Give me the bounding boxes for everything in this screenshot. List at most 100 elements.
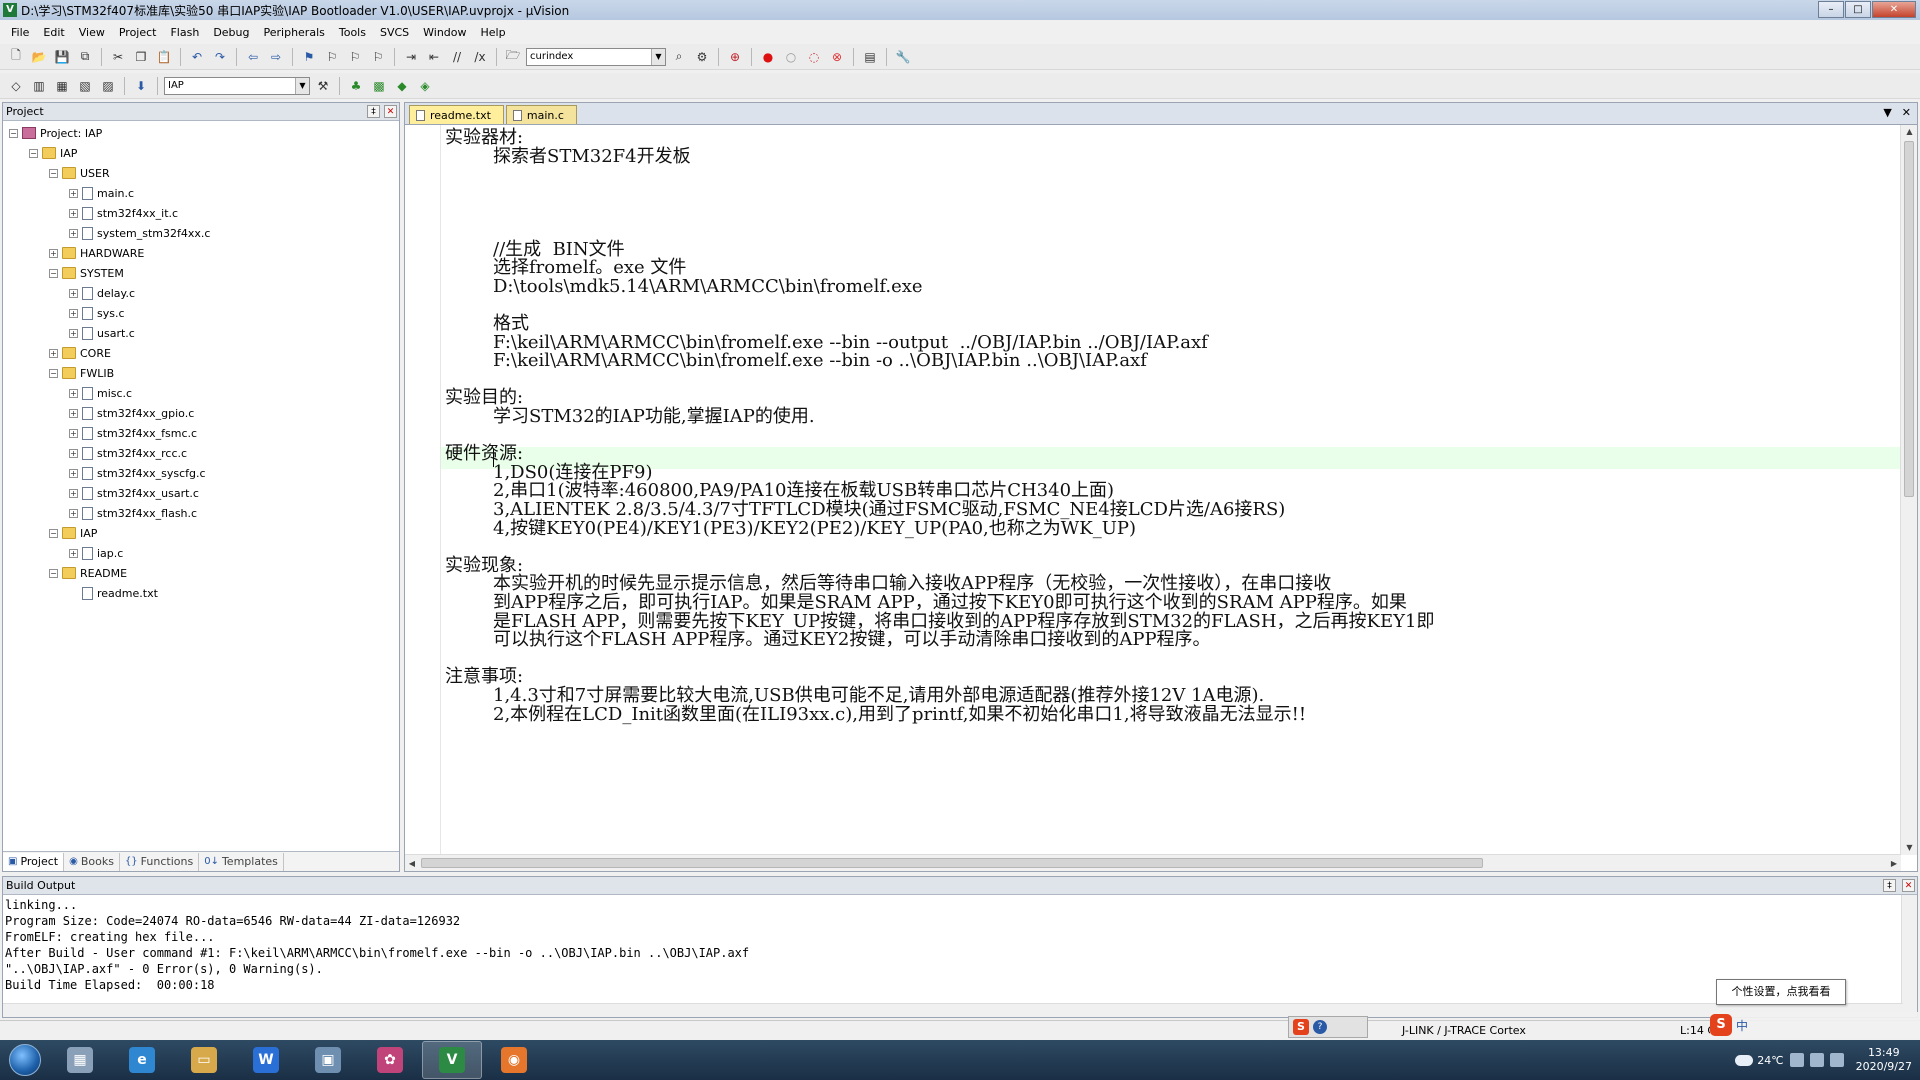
window-layout-button[interactable]: ▤: [860, 47, 880, 67]
menu-tools[interactable]: Tools: [332, 26, 373, 39]
copy-button[interactable]: ❐: [131, 47, 151, 67]
scroll-thumb[interactable]: [1904, 141, 1914, 497]
menu-edit[interactable]: Edit: [36, 26, 71, 39]
configure-button[interactable]: 🔧: [893, 47, 913, 67]
collapse-icon[interactable]: −: [49, 369, 58, 378]
download-button[interactable]: ⬇: [131, 76, 151, 96]
tree-item-system[interactable]: −SYSTEM: [49, 265, 124, 281]
start-button[interactable]: [0, 1040, 50, 1080]
tree-item-stm32f4xx-flash-c[interactable]: +stm32f4xx_flash.c: [69, 505, 197, 521]
manage-run-time-button[interactable]: ◆: [392, 76, 412, 96]
tree-item-system-stm32f4xx-c[interactable]: +system_stm32f4xx.c: [69, 225, 210, 241]
ime-toolbar[interactable]: S ?: [1288, 1016, 1368, 1038]
editor-horizontal-scrollbar[interactable]: ◀ ▶: [405, 854, 1901, 871]
bookmark-next-button[interactable]: ⚐: [345, 47, 365, 67]
expand-icon[interactable]: +: [69, 289, 78, 298]
taskbar-app-explorer[interactable]: ▭: [174, 1041, 234, 1079]
bookmark-button[interactable]: ⚑: [299, 47, 319, 67]
scroll-left-icon[interactable]: ◀: [405, 855, 419, 872]
tree-item-core[interactable]: +CORE: [49, 345, 111, 361]
build-pin-icon[interactable]: ‡: [1883, 879, 1896, 892]
tree-item-user[interactable]: −USER: [49, 165, 110, 181]
chevron-down-icon[interactable]: ▼: [295, 78, 309, 94]
translate-button[interactable]: ◇: [6, 76, 26, 96]
tree-item-main-c[interactable]: +main.c: [69, 185, 134, 201]
tree-item-readme[interactable]: −README: [49, 565, 127, 581]
scroll-right-icon[interactable]: ▶: [1887, 855, 1901, 872]
tree-item-usart-c[interactable]: +usart.c: [69, 325, 135, 341]
editor-tab-main-c[interactable]: main.c: [506, 105, 577, 124]
select-packs-button[interactable]: ▩: [369, 76, 389, 96]
tree-item-iap[interactable]: −IAP: [49, 525, 97, 541]
tree-item-stm32f4xx-syscfg-c[interactable]: +stm32f4xx_syscfg.c: [69, 465, 206, 481]
find-in-files-button[interactable]: 🗁: [503, 47, 523, 67]
tree-item-delay-c[interactable]: +delay.c: [69, 285, 135, 301]
expand-icon[interactable]: +: [69, 329, 78, 338]
close-tab-icon[interactable]: ✕: [1902, 106, 1911, 119]
pin-icon[interactable]: ‡: [367, 105, 380, 118]
tree-item-iap-c[interactable]: +iap.c: [69, 545, 123, 561]
tree-item-stm32f4xx-gpio-c[interactable]: +stm32f4xx_gpio.c: [69, 405, 194, 421]
tab-templates[interactable]: 0↓Templates: [199, 853, 284, 871]
menu-peripherals[interactable]: Peripherals: [257, 26, 332, 39]
taskbar-app-calculator[interactable]: ▦: [50, 1041, 110, 1079]
target-options-button[interactable]: ⚒: [313, 76, 333, 96]
tab-books[interactable]: ◉Books: [64, 853, 120, 871]
sogou-ime-icon[interactable]: S: [1293, 1019, 1309, 1035]
expand-icon[interactable]: +: [69, 209, 78, 218]
expand-icon[interactable]: +: [49, 249, 58, 258]
tab-list-icon[interactable]: ▼: [1883, 106, 1891, 119]
expand-icon[interactable]: +: [69, 429, 78, 438]
tree-item-readme-txt[interactable]: readme.txt: [69, 585, 158, 601]
build-close-icon[interactable]: ✕: [1902, 879, 1915, 892]
undo-button[interactable]: ↶: [187, 47, 207, 67]
tree-item-hardware[interactable]: +HARDWARE: [49, 245, 144, 261]
uncomment-button[interactable]: /x: [470, 47, 490, 67]
tree-item-stm32f4xx-usart-c[interactable]: +stm32f4xx_usart.c: [69, 485, 199, 501]
tree-item-fwlib[interactable]: −FWLIB: [49, 365, 114, 381]
taskbar-app-keil-uvision[interactable]: V: [422, 1041, 482, 1079]
save-all-button[interactable]: ⧉: [75, 47, 95, 67]
expand-icon[interactable]: +: [69, 489, 78, 498]
editor-vertical-scrollbar[interactable]: ▲ ▼: [1900, 125, 1917, 855]
redo-button[interactable]: ↷: [210, 47, 230, 67]
find-button[interactable]: ⌕: [669, 47, 689, 67]
expand-icon[interactable]: +: [69, 409, 78, 418]
menu-project[interactable]: Project: [112, 26, 164, 39]
editor-tab-readme-txt[interactable]: readme.txt: [409, 105, 504, 124]
collapse-icon[interactable]: −: [49, 269, 58, 278]
incremental-find-button[interactable]: ⚙: [692, 47, 712, 67]
tray-icon-network[interactable]: [1790, 1053, 1804, 1067]
help-icon[interactable]: ?: [1313, 1020, 1327, 1034]
tree-item-project-iap[interactable]: −Project: IAP: [9, 125, 102, 141]
expand-icon[interactable]: +: [69, 469, 78, 478]
target-combo[interactable]: IAP▼: [164, 77, 310, 95]
close-panel-icon[interactable]: ✕: [384, 105, 397, 118]
ime-floating-bar[interactable]: S 中: [1710, 1012, 1920, 1038]
minimize-button[interactable]: –: [1818, 1, 1844, 18]
tree-item-stm32f4xx-it-c[interactable]: +stm32f4xx_it.c: [69, 205, 178, 221]
collapse-icon[interactable]: −: [29, 149, 38, 158]
rebuild-button[interactable]: ▦: [52, 76, 72, 96]
tab-functions[interactable]: {}Functions: [120, 853, 199, 871]
scroll-up-icon[interactable]: ▲: [1901, 125, 1918, 139]
taskbar-app-wps-writer[interactable]: W: [236, 1041, 296, 1079]
menu-window[interactable]: Window: [416, 26, 473, 39]
expand-icon[interactable]: +: [69, 549, 78, 558]
breakpoint-kill-button[interactable]: ⊗: [827, 47, 847, 67]
collapse-icon[interactable]: −: [49, 169, 58, 178]
editor-gutter[interactable]: [405, 125, 441, 855]
find-combo[interactable]: curindex▼: [526, 48, 666, 66]
ime-mode-chinese[interactable]: 中: [1736, 1017, 1748, 1034]
taskbar-app-remote-desktop[interactable]: ▣: [298, 1041, 358, 1079]
open-file-button[interactable]: 📂: [29, 47, 49, 67]
expand-icon[interactable]: +: [49, 349, 58, 358]
taskbar-app-firefox[interactable]: ◉: [484, 1041, 544, 1079]
build-button[interactable]: ▥: [29, 76, 49, 96]
tray-icon-volume[interactable]: [1810, 1053, 1824, 1067]
tree-item-misc-c[interactable]: +misc.c: [69, 385, 132, 401]
nav-forward-button[interactable]: ⇨: [266, 47, 286, 67]
taskbar-app-browser[interactable]: e: [112, 1041, 172, 1079]
code-editor[interactable]: 实验器材:探索者STM32F4开发板//生成 BIN文件选择fromelf。ex…: [405, 125, 1901, 855]
weather-widget[interactable]: 24℃: [1735, 1054, 1783, 1067]
